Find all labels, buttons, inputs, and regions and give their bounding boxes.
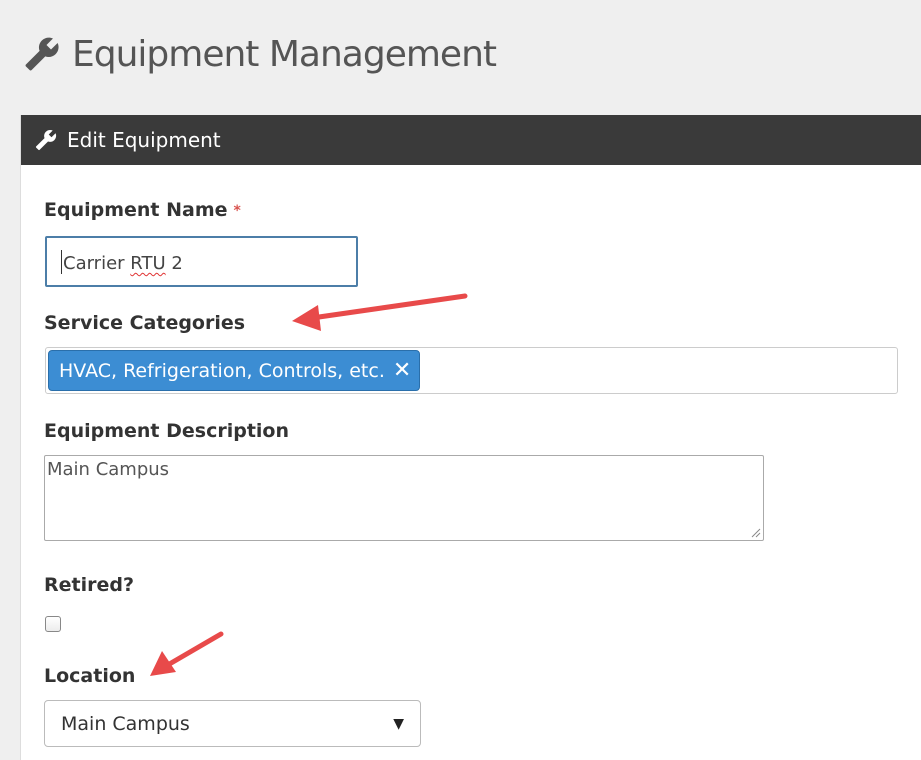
retired-checkbox[interactable]	[45, 616, 61, 632]
resize-grip-icon[interactable]	[751, 528, 761, 538]
service-categories-input[interactable]: HVAC, Refrigeration, Controls, etc. ✕	[45, 347, 898, 394]
equipment-name-input[interactable]: Carrier RTU 2	[45, 236, 358, 287]
category-tag-label: HVAC, Refrigeration, Controls, etc.	[59, 359, 385, 382]
equipment-name-value-misspelled: RTU	[130, 253, 166, 274]
panel-heading: Edit Equipment	[21, 115, 921, 165]
location-select[interactable]: Main Campus ▼	[44, 700, 421, 747]
text-cursor	[61, 250, 62, 274]
location-selected-value: Main Campus	[61, 712, 190, 735]
equipment-description-label: Equipment Description	[44, 420, 290, 442]
equipment-description-textarea[interactable]: Main Campus	[44, 455, 764, 541]
service-categories-label: Service Categories	[44, 312, 246, 334]
location-label: Location	[44, 665, 136, 687]
edit-equipment-panel: Edit Equipment Equipment Name * Carrier R…	[20, 115, 921, 760]
wrench-icon	[35, 129, 57, 151]
retired-label: Retired?	[44, 574, 134, 596]
panel-title: Edit Equipment	[67, 128, 221, 152]
equipment-name-value-suffix: 2	[165, 253, 183, 274]
required-marker: *	[233, 203, 241, 219]
equipment-name-value-prefix: Carrier	[63, 253, 131, 274]
page-title: Equipment Management	[72, 33, 497, 75]
page-header: Equipment Management	[24, 30, 497, 78]
wrench-icon	[24, 36, 60, 72]
remove-tag-icon[interactable]: ✕	[393, 359, 411, 382]
dropdown-arrow-icon: ▼	[393, 715, 404, 732]
equipment-description-value: Main Campus	[47, 459, 170, 480]
category-tag: HVAC, Refrigeration, Controls, etc. ✕	[48, 350, 421, 391]
equipment-name-label-text: Equipment Name	[44, 199, 228, 221]
equipment-name-label: Equipment Name *	[44, 199, 241, 221]
